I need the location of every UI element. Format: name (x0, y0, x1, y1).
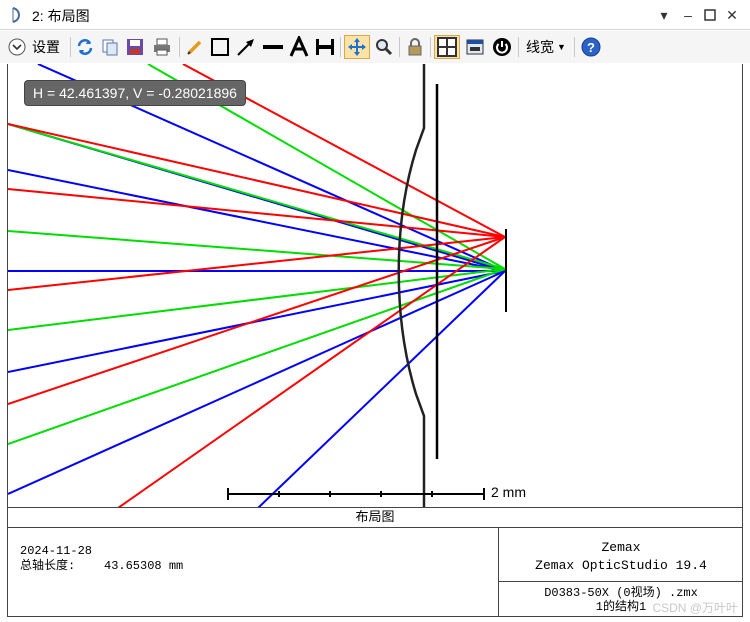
toolbar-divider (179, 37, 180, 57)
save-button[interactable] (124, 35, 146, 59)
toolbar-divider (340, 37, 341, 57)
lens-surface (397, 64, 426, 508)
layout-grid-button[interactable] (434, 35, 460, 59)
window-layout-button[interactable] (463, 35, 487, 59)
layout-plot[interactable]: H = 42.461397, V = -0.28021896 2 mm (7, 64, 743, 508)
dimension-button[interactable] (313, 35, 337, 59)
ray-blue (8, 270, 506, 495)
pencil-button[interactable] (184, 35, 206, 59)
company-text: Zemax (601, 540, 641, 555)
refresh-button[interactable] (74, 35, 96, 59)
rectangle-icon (211, 38, 229, 56)
software-text: Zemax OpticStudio 19.4 (535, 558, 707, 573)
app-icon (8, 6, 26, 24)
close-button[interactable]: ✕ (722, 5, 742, 25)
title-bar: 2: 布局图 ▾ – ✕ (0, 0, 750, 30)
copy-icon (102, 39, 118, 56)
toolbar-divider (574, 37, 575, 57)
printer-icon (154, 38, 170, 56)
power-button[interactable] (490, 35, 514, 59)
svg-text:?: ? (587, 40, 595, 55)
arrow-button[interactable] (234, 35, 258, 59)
settings-label: 设置 (32, 39, 60, 55)
toolbar-divider (399, 37, 400, 57)
zoom-button[interactable] (373, 35, 395, 59)
scale-label: 2 mm (491, 484, 526, 500)
toolbar-divider (430, 37, 431, 57)
window-title: 2: 布局图 (32, 8, 90, 24)
title-block: 布局图 2024-11-28 总轴长度: 43.65308 mm Zemax Z… (7, 507, 743, 617)
arrow-icon (237, 39, 254, 56)
chevron-down-circle-icon (8, 38, 26, 56)
lock-icon (408, 38, 422, 56)
ray-red (117, 236, 506, 508)
scale-bar (227, 488, 485, 500)
grid-layout-icon (437, 37, 457, 57)
line-icon (263, 45, 283, 49)
text-button[interactable] (288, 35, 310, 59)
pencil-icon (187, 40, 202, 55)
file-name-text: D0383-50X (0视场) .zmx (544, 586, 698, 600)
lock-button[interactable] (404, 35, 426, 59)
linewidth-dropdown[interactable]: 线宽 ▼ (523, 35, 569, 59)
rectangle-button[interactable] (209, 35, 231, 59)
cursor-readout: H = 42.461397, V = -0.28021896 (24, 80, 246, 106)
text-icon (289, 36, 309, 57)
software-info: Zemax Zemax OpticStudio 19.4 (499, 527, 743, 582)
power-icon (493, 38, 511, 56)
help-button[interactable]: ? (579, 35, 603, 59)
help-icon: ? (581, 37, 601, 57)
title-block-header: 布局图 (8, 508, 742, 528)
minimize-button[interactable]: – (678, 5, 698, 25)
date-text: 2024-11-28 (20, 544, 93, 558)
toolbar: 设置 线宽 ▼ ? (0, 31, 750, 63)
dimension-icon (316, 39, 334, 55)
copy-button[interactable] (99, 35, 121, 59)
line-button[interactable] (261, 35, 285, 59)
toolbar-divider (70, 37, 71, 57)
dropdown-arrow-icon[interactable]: ▾ (654, 5, 674, 25)
move-icon (348, 38, 366, 56)
pan-button[interactable] (344, 35, 370, 59)
ray-diagram[interactable] (8, 64, 743, 508)
print-button[interactable] (150, 35, 174, 59)
window-icon (466, 39, 484, 55)
title-block-info: 2024-11-28 总轴长度: 43.65308 mm (20, 544, 183, 574)
magnifier-icon (376, 39, 393, 56)
linewidth-label: 线宽 (526, 39, 555, 55)
save-icon (127, 39, 143, 55)
maximize-button[interactable] (700, 5, 720, 25)
axis-length-text: 总轴长度: 43.65308 mm (20, 559, 184, 573)
chevron-down-icon: ▼ (557, 42, 566, 52)
settings-button[interactable]: 设置 (8, 35, 66, 59)
watermark: CSDN @万叶叶 (652, 601, 738, 615)
refresh-icon (77, 39, 93, 55)
toolbar-divider (518, 37, 519, 57)
